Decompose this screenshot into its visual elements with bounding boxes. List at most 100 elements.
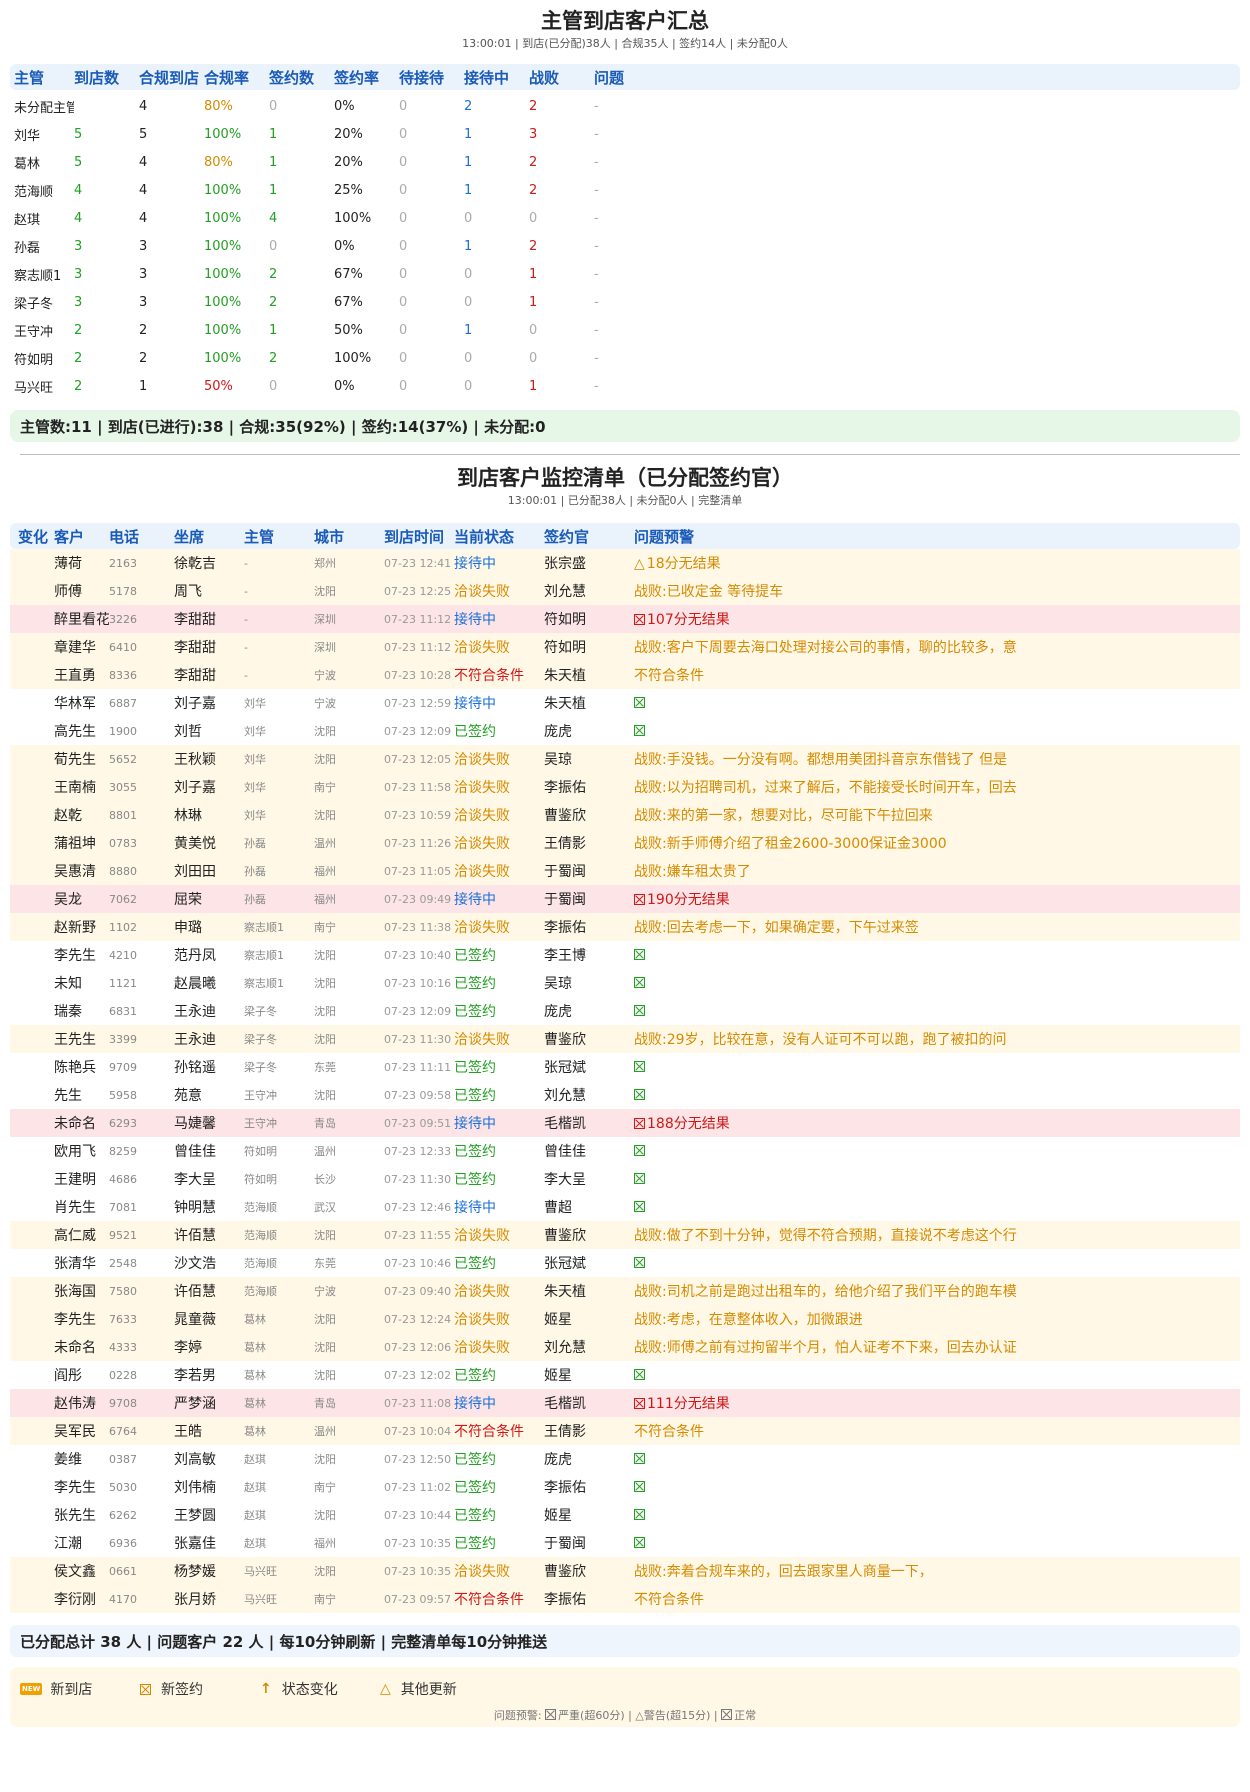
monitor-cell-agent: 孙铭遥 <box>174 1060 216 1076</box>
monitor-cell-agent: 刘伟楠 <box>174 1480 216 1496</box>
monitor-cell-customer: 吴龙 <box>54 892 82 908</box>
monitor-row: 王直勇 8336 李甜甜 - 宁波 07-23 10:28 不符合条件 朱天植 不符合条件 <box>10 661 1240 689</box>
warning-text: 战败:回去考虑一下，如果确定要，下午过来签 <box>634 920 919 936</box>
monitor-cell-status: 已签约 <box>454 1508 496 1524</box>
monitor-row: 张先生 6262 王梦圆 赵琪 沈阳 07-23 10:44 已签约 姬星 <box>10 1501 1240 1529</box>
monitor-row: 吴龙 7062 屈荣 孙磊 福州 07-23 09:49 接待中 于蜀闽 190分无结果 <box>10 885 1240 913</box>
monitor-cell-phone: 0228 <box>109 1368 137 1382</box>
summary-cell: 0 <box>399 238 408 254</box>
monitor-cell-customer: 未知 <box>54 976 82 992</box>
warning-text: 战败:考虑，在意整体收入，加微跟进 <box>634 1312 863 1328</box>
monitor-cell-manager: 赵琪 <box>244 1481 266 1494</box>
monitor-cell-manager: 范海顺 <box>244 1285 277 1298</box>
monitor-row: 高仁威 9521 许佰慧 范海顺 沈阳 07-23 11:55 洽谈失败 曹鉴欣 战败:做了不到… <box>10 1221 1240 1249</box>
summary-cell: - <box>594 322 599 338</box>
monitor-cell-phone: 7633 <box>109 1312 137 1326</box>
monitor-cell-time: 07-23 10:40 <box>384 948 452 962</box>
warning-cell: 战败:考虑，在意整体收入，加微跟进 <box>634 1309 1174 1329</box>
warning-cell: 战败:嫌车租太贵了 <box>634 861 1174 881</box>
monitor-cell-phone: 5652 <box>109 752 137 766</box>
monitor-cell-customer: 陈艳兵 <box>54 1060 96 1076</box>
monitor-cell-city: 青岛 <box>314 1117 336 1130</box>
ok-box-icon <box>634 697 645 708</box>
monitor-cell-manager: 刘华 <box>244 725 266 738</box>
monitor-cell-time: 07-23 11:02 <box>384 1480 452 1494</box>
warning-cell <box>634 975 1174 991</box>
legend-label: 新到店 <box>50 1682 93 1698</box>
monitor-cell-phone: 8336 <box>109 668 137 682</box>
summary-footer: 主管数:11 | 到店(已进行):38 | 合规:35(92%) | 签约:14… <box>10 410 1240 442</box>
monitor-row: 阎彤 0228 李若男 葛林 沈阳 07-23 12:02 已签约 姬星 <box>10 1361 1240 1389</box>
monitor-cell-city: 沈阳 <box>314 585 336 598</box>
monitor-cell-manager: 葛林 <box>244 1397 266 1410</box>
warning-cell <box>634 1059 1174 1075</box>
warning-cell <box>634 1367 1174 1383</box>
alert-box-icon <box>634 1118 645 1129</box>
monitor-cell-manager: 察志顺1 <box>244 949 284 962</box>
monitor-row: 肖先生 7081 钟明慧 范海顺 武汉 07-23 12:46 接待中 曹超 <box>10 1193 1240 1221</box>
monitor-cell-officer: 曹鉴欣 <box>544 1032 586 1048</box>
monitor-cell-city: 沈阳 <box>314 1453 336 1466</box>
monitor-row: 王南楠 3055 刘子嘉 刘华 南宁 07-23 11:58 洽谈失败 李振佑 战败:以为招聘司… <box>10 773 1240 801</box>
monitor-cell-city: 深圳 <box>314 641 336 654</box>
summary-cell: 20% <box>334 154 363 170</box>
monitor-cell-phone: 4210 <box>109 948 137 962</box>
monitor-cell-agent: 苑意 <box>174 1088 202 1104</box>
summary-cell: 0 <box>529 322 538 338</box>
summary-cell: 100% <box>204 210 242 226</box>
monitor-cell-city: 武汉 <box>314 1201 336 1214</box>
monitor-cell-time: 07-23 12:06 <box>384 1340 452 1354</box>
summary-cell: 2 <box>139 322 148 338</box>
monitor-row: 张海国 7580 许佰慧 范海顺 宁波 07-23 09:40 洽谈失败 朱天植 战败:司机之前… <box>10 1277 1240 1305</box>
summary-cell: 2 <box>269 294 278 310</box>
legend-items: NEW 新到店 新签约 ↑ 状态变化 △ 其他更新 <box>10 1667 1240 1699</box>
monitor-cell-time: 07-23 11:12 <box>384 612 452 626</box>
summary-cell: 0 <box>269 378 278 394</box>
legend-item-status-change: ↑ 状态变化 <box>260 1679 380 1699</box>
monitor-cell-officer: 李振佑 <box>544 780 586 796</box>
monitor-cell-officer: 李大呈 <box>544 1172 586 1188</box>
summary-cell: 1 <box>269 126 278 142</box>
monitor-cell-phone: 5178 <box>109 584 137 598</box>
monitor-cell-status: 已签约 <box>454 1480 496 1496</box>
monitor-cell-status: 洽谈失败 <box>454 640 510 656</box>
monitor-cell-officer: 刘允慧 <box>544 1340 586 1356</box>
monitor-cell-city: 福州 <box>314 893 336 906</box>
monitor-cell-agent: 徐乾吉 <box>174 556 216 572</box>
monitor-cell-status: 不符合条件 <box>454 668 524 684</box>
summary-cell: 0 <box>399 210 408 226</box>
summary-cell: 察志顺1 <box>14 268 62 284</box>
summary-cell: 0 <box>464 210 473 226</box>
summary-header-cell: 签约率 <box>334 68 380 87</box>
monitor-cell-time: 07-23 10:28 <box>384 668 452 682</box>
warning-cell: 战败:手没钱。一分没有啊。都想用美团抖音京东借钱了 但是 <box>634 749 1174 769</box>
monitor-cell-city: 沈阳 <box>314 1565 336 1578</box>
monitor-cell-city: 南宁 <box>314 1481 336 1494</box>
summary-cell: 5 <box>139 126 148 142</box>
ok-box-icon <box>634 1089 645 1100</box>
monitor-cell-agent: 王永迪 <box>174 1032 216 1048</box>
monitor-cell-manager: 符如明 <box>244 1173 277 1186</box>
warning-cell: 不符合条件 <box>634 1421 1174 1441</box>
ok-box-icon <box>634 1453 645 1464</box>
monitor-cell-agent: 李大呈 <box>174 1172 216 1188</box>
monitor-cell-city: 沈阳 <box>314 725 336 738</box>
monitor-cell-customer: 李衍刚 <box>54 1592 96 1608</box>
monitor-cell-customer: 赵新野 <box>54 920 96 936</box>
monitor-cell-time: 07-23 10:59 <box>384 808 452 822</box>
warning-cell: 战败:来的第一家，想要对比，尽可能下午拉回来 <box>634 805 1174 825</box>
monitor-cell-phone: 1102 <box>109 920 137 934</box>
summary-title: 主管到店客户汇总 <box>541 9 709 33</box>
monitor-cell-agent: 李甜甜 <box>174 640 216 656</box>
monitor-cell-time: 07-23 11:30 <box>384 1032 452 1046</box>
monitor-cell-city: 南宁 <box>314 781 336 794</box>
monitor-cell-customer: 赵乾 <box>54 808 82 824</box>
summary-cell: 刘华 <box>14 128 41 144</box>
monitor-cell-city: 东莞 <box>314 1061 336 1074</box>
monitor-cell-time: 07-23 09:57 <box>384 1592 452 1606</box>
summary-cell: 1 <box>464 154 473 170</box>
summary-cell: 马兴旺 <box>14 380 54 396</box>
summary-cell: 100% <box>334 350 372 366</box>
monitor-cell-manager: - <box>244 612 248 626</box>
monitor-cell-manager: 葛林 <box>244 1313 266 1326</box>
